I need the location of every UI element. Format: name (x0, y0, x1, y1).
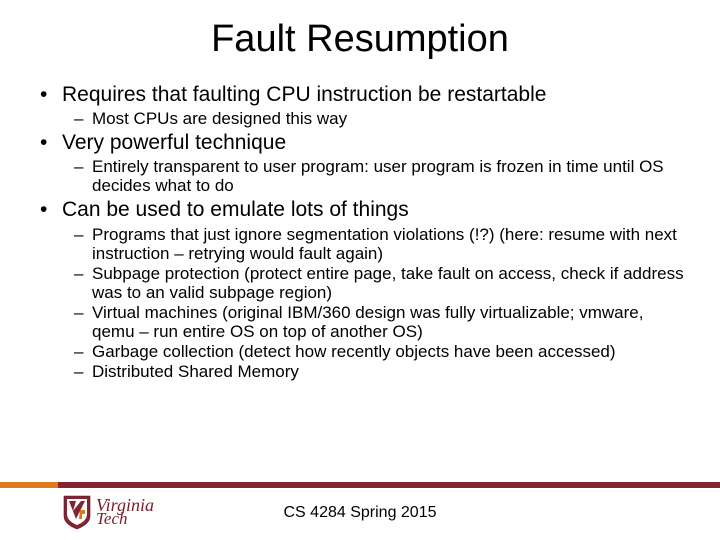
sub-list: Entirely transparent to user program: us… (30, 157, 690, 195)
sub-item: Distributed Shared Memory (30, 362, 690, 381)
sub-item: Most CPUs are designed this way (30, 109, 690, 128)
sub-item: Garbage collection (detect how recently … (30, 342, 690, 361)
bullet-text: Very powerful technique (62, 131, 286, 154)
divider-maroon (0, 482, 720, 488)
bullet-list: Can be used to emulate lots of things (30, 198, 690, 222)
slide: Fault Resumption Requires that faulting … (0, 0, 720, 540)
footer-divider (0, 482, 720, 488)
bullet-text: Can be used to emulate lots of things (62, 198, 409, 221)
bullet-item: Requires that faulting CPU instruction b… (30, 83, 690, 107)
sub-list: Programs that just ignore segmentation v… (30, 225, 690, 381)
bullet-item: Very powerful technique (30, 131, 690, 155)
divider-orange (0, 482, 58, 488)
bullet-list: Very powerful technique (30, 131, 690, 155)
sub-item: Entirely transparent to user program: us… (30, 157, 690, 195)
footer-text: CS 4284 Spring 2015 (0, 504, 720, 522)
sub-list: Most CPUs are designed this way (30, 109, 690, 128)
bullet-item: Can be used to emulate lots of things (30, 198, 690, 222)
slide-title: Fault Resumption (30, 18, 690, 61)
bullet-text: Requires that faulting CPU instruction b… (62, 83, 546, 106)
bullet-list: Requires that faulting CPU instruction b… (30, 83, 690, 107)
sub-item: Virtual machines (original IBM/360 desig… (30, 303, 690, 341)
sub-item: Programs that just ignore segmentation v… (30, 225, 690, 263)
sub-item: Subpage protection (protect entire page,… (30, 264, 690, 302)
